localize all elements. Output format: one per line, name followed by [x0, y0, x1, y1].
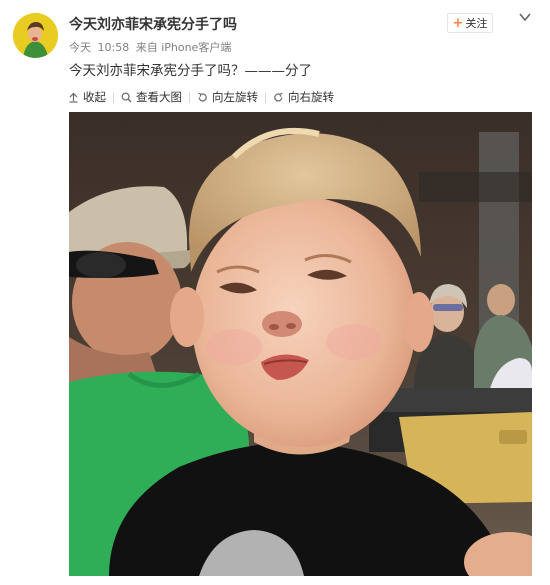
- post-photo[interactable]: [69, 112, 532, 576]
- rotate-right-button[interactable]: 向右旋转: [273, 89, 334, 105]
- post-meta: 今天 10:58 来自 iPhone客户端: [69, 39, 234, 55]
- post-text: 今天刘亦菲宋承宪分手了吗？———分了: [69, 63, 312, 79]
- toolbar-divider: [189, 91, 190, 103]
- toolbar-divider: [113, 91, 114, 103]
- rotate-left-icon: [198, 92, 207, 102]
- chevron-down-icon[interactable]: [518, 10, 532, 24]
- collapse-button[interactable]: 收起: [68, 89, 106, 105]
- post-author-name[interactable]: 今天刘亦菲宋承宪分手了吗: [69, 14, 237, 34]
- rotate-right-icon: [274, 92, 283, 102]
- view-large-button[interactable]: 查看大图: [121, 89, 182, 105]
- post-date: 今天: [69, 41, 91, 54]
- weibo-post-card: 今天刘亦菲宋承宪分手了吗 今天 10:58 来自 iPhone客户端 + 关注 …: [0, 0, 550, 585]
- post-source: 来自 iPhone客户端: [135, 41, 232, 54]
- view-large-label: 查看大图: [136, 90, 182, 104]
- magnifier-icon: [121, 92, 132, 102]
- plus-icon: +: [452, 15, 464, 31]
- rotate-right-label: 向右旋转: [288, 90, 334, 104]
- collapse-label: 收起: [83, 90, 106, 104]
- post-time[interactable]: 10:58: [98, 41, 130, 54]
- image-toolbar: 收起 查看大图 向左旋转 向右旋转: [68, 89, 334, 105]
- rotate-left-label: 向左旋转: [212, 90, 258, 104]
- avatar[interactable]: [13, 13, 58, 58]
- follow-button-label: 关注: [465, 17, 488, 30]
- collapse-arrow-icon: [69, 92, 78, 103]
- toolbar-divider: [265, 91, 266, 103]
- follow-button[interactable]: + 关注: [447, 13, 493, 33]
- rotate-left-button[interactable]: 向左旋转: [197, 89, 258, 105]
